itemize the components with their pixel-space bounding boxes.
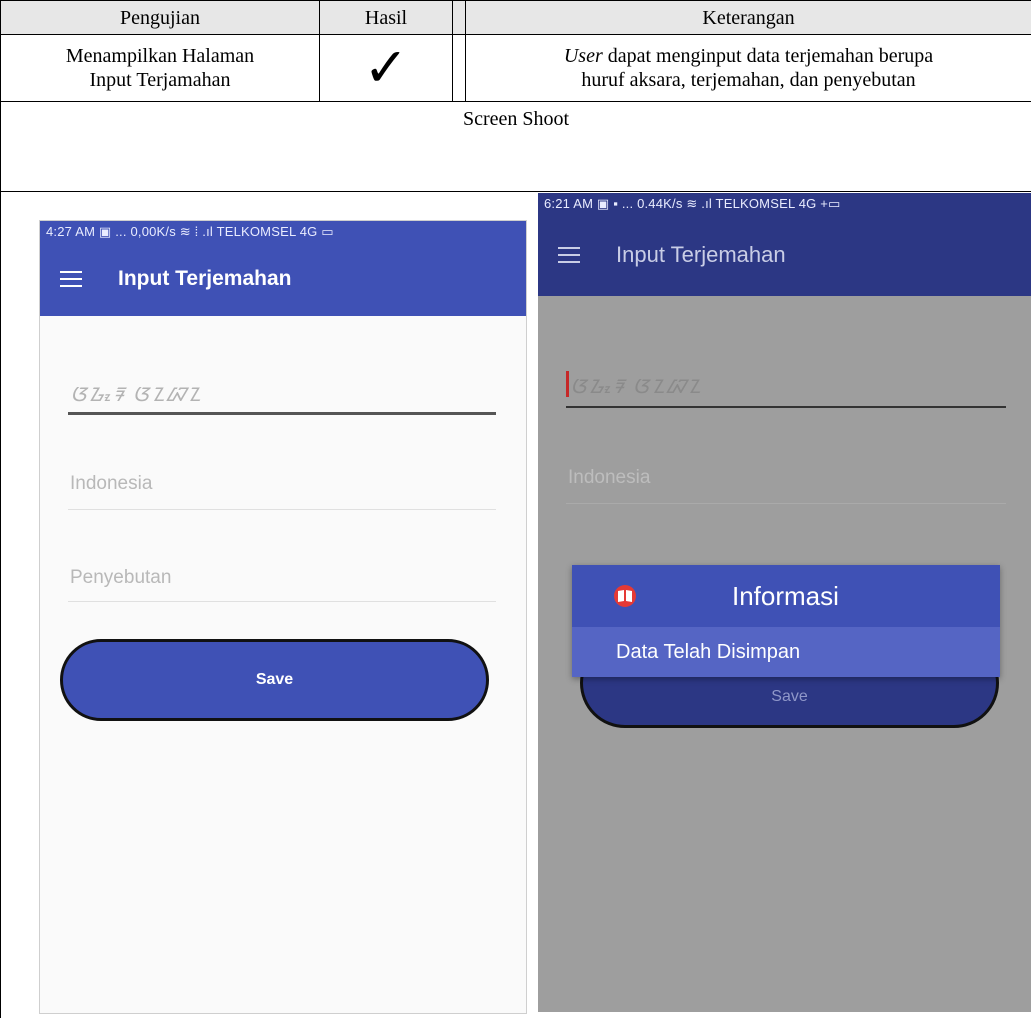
header-hasil: Hasil xyxy=(364,6,408,29)
aksara-input-underline[interactable] xyxy=(566,406,1006,408)
app-toolbar: Input Terjemahan xyxy=(40,242,526,316)
table-label-divider xyxy=(0,191,1031,192)
indonesia-input-underline xyxy=(566,503,1006,504)
aksara-input-value: ᮃᮌᮧᮛ ᮃᮔᮘᮔ xyxy=(70,385,203,406)
table-border-left xyxy=(0,0,1,1018)
aksara-input-underline[interactable] xyxy=(68,412,496,415)
penyebutan-input-hint[interactable]: Penyebutan xyxy=(70,567,171,589)
text-cursor xyxy=(566,371,569,397)
indonesia-input-hint[interactable]: Indonesia xyxy=(568,467,650,489)
cell-pengujian: Menampilkan Halaman Input Terjamahan xyxy=(1,35,319,101)
penyebutan-input-underline xyxy=(68,601,496,602)
phone-screenshot-right: 6:21 AM ▣ ▪ ... 0.44K/s ≋ .ıl TELKOMSEL … xyxy=(538,193,1031,1012)
book-icon xyxy=(614,585,636,607)
dialog-message: Data Telah Disimpan xyxy=(572,627,1000,677)
dialog-header: Informasi xyxy=(572,565,1000,627)
status-bar: 6:21 AM ▣ ▪ ... 0.44K/s ≋ .ıl TELKOMSEL … xyxy=(538,193,1031,214)
keterangan-line-2: huruf aksara, terjemahan, dan penyebutan xyxy=(581,69,916,91)
hamburger-menu-icon[interactable] xyxy=(60,271,82,287)
hamburger-menu-icon[interactable] xyxy=(558,247,580,263)
dialog-title: Informasi xyxy=(732,580,839,611)
keterangan-line-1: User dapat menginput data terjemahan ber… xyxy=(564,44,933,68)
cell-hasil: ✓ xyxy=(320,35,452,101)
header-pengujian: Pengujian xyxy=(120,6,200,29)
aksara-input-value: ᮃᮌᮧᮛ ᮃᮔᮘᮔ xyxy=(570,377,703,398)
status-bar: 4:27 AM ▣ ... 0,00K/s ≋ ⁞ .ıl TELKOMSEL … xyxy=(40,221,526,242)
cell-keterangan: User dapat menginput data terjemahan ber… xyxy=(466,35,1031,101)
info-dialog: Informasi Data Telah Disimpan xyxy=(572,565,1000,677)
toolbar-title: Input Terjemahan xyxy=(616,242,786,267)
phone-screenshot-left: 4:27 AM ▣ ... 0,00K/s ≋ ⁞ .ıl TELKOMSEL … xyxy=(39,220,527,1014)
keterangan-user-word: User xyxy=(563,45,603,67)
checkmark-icon: ✓ xyxy=(363,36,409,99)
save-button-label: Save xyxy=(771,688,808,705)
pengujian-line-1: Menampilkan Halaman xyxy=(65,45,255,67)
indonesia-input-underline xyxy=(68,509,496,510)
keterangan-line-1-rest: dapat menginput data terjemahan berupa xyxy=(602,45,934,67)
indonesia-input-hint[interactable]: Indonesia xyxy=(70,473,152,495)
app-toolbar: Input Terjemahan xyxy=(538,214,1031,296)
table-col-divider-2 xyxy=(452,0,453,101)
toolbar-title: Input Terjemahan xyxy=(118,267,292,290)
header-keterangan: Keterangan xyxy=(702,6,795,29)
pengujian-line-2: Input Terjamahan xyxy=(89,69,231,91)
screen-shoot-label: Screen Shoot xyxy=(462,108,570,130)
save-button[interactable]: Save xyxy=(60,639,489,721)
